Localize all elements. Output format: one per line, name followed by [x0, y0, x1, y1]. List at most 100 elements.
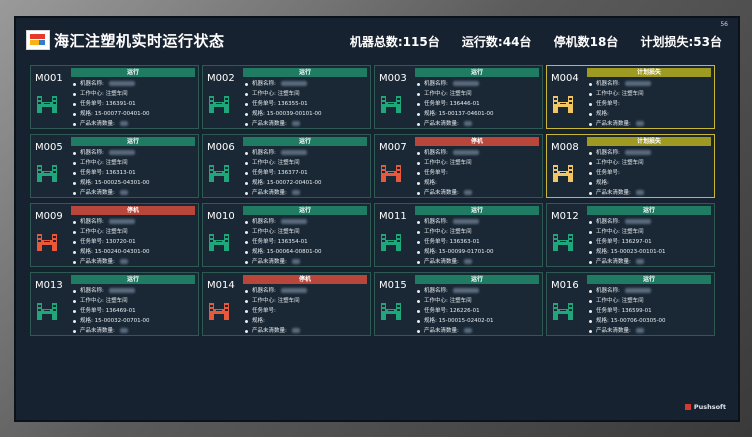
machine-details: 机器名称: 工作中心: 注塑车间 任务单号: 规格: 产品未清数量:: [589, 148, 651, 198]
machine-card[interactable]: M010 运行 机器名称: 工作中心: 注塑车间 任务单号: 136354-01 规格: …: [202, 203, 371, 267]
unreported-qty-field: 产品未清数量:: [245, 188, 322, 198]
machine-details: 机器名称: 工作中心: 注塑车间 任务单号: 规格: 产品未清数量:: [589, 79, 651, 129]
task-number-field: 任务单号: 136297-01: [589, 237, 666, 247]
work-center-field: 工作中心: 注塑车间: [417, 89, 494, 99]
work-center-field: 工作中心: 注塑车间: [417, 296, 494, 306]
machine-id: M006: [207, 142, 235, 153]
redacted-value: [624, 219, 651, 224]
machine-card[interactable]: M004 计划损失 机器名称: 工作中心: 注塑车间 任务单号: 规格: 产品未清数量:: [546, 65, 715, 129]
machine-details: 机器名称: 工作中心: 注塑车间 任务单号: 126226-01 规格: 15-000…: [417, 286, 494, 336]
brand-name: Pushsoft: [693, 403, 726, 411]
work-center-field: 工作中心: 注塑车间: [417, 158, 479, 168]
machine-card[interactable]: M016 运行 机器名称: 工作中心: 注塑车间 任务单号: 136599-01 规格: …: [546, 272, 715, 336]
machine-id: M010: [207, 211, 235, 222]
page-title: 海汇注塑机实时运行状态: [54, 32, 225, 50]
unreported-qty-field: 产品未清数量:: [245, 257, 322, 267]
machine-name-field: 机器名称:: [589, 217, 666, 227]
redacted-value: [108, 288, 135, 293]
machine-card[interactable]: M013 运行 机器名称: 工作中心: 注塑车间 任务单号: 136469-01 规格: …: [30, 272, 199, 336]
unreported-qty-field: 产品未清数量:: [417, 326, 494, 336]
status-badge: 运行: [243, 68, 367, 77]
status-badge: 运行: [415, 275, 539, 284]
unreported-qty-field: 产品未清数量:: [589, 119, 651, 129]
machine-id: M001: [35, 73, 63, 84]
machine-id: M016: [551, 280, 579, 291]
machine-card[interactable]: M008 计划损失 机器名称: 工作中心: 注塑车间 任务单号: 规格: 产品未清数量:: [546, 134, 715, 198]
spec-field: 规格:: [245, 316, 307, 326]
work-center-field: 工作中心: 注塑车间: [589, 89, 651, 99]
redacted-value: [108, 219, 135, 224]
task-number-field: 任务单号:: [245, 306, 307, 316]
planned-loss-stat: 计划损失:53台: [640, 35, 723, 49]
machine-id: M005: [35, 142, 63, 153]
spec-field: 规格: 15-00025-04301-00: [73, 178, 150, 188]
machine-card[interactable]: M003 运行 机器名称: 工作中心: 注塑车间 任务单号: 136446-01 规格: …: [374, 65, 543, 129]
status-badge: 计划损失: [587, 137, 711, 146]
injection-machine-icon: [37, 234, 57, 251]
machine-card[interactable]: M014 停机 机器名称: 工作中心: 注塑车间 任务单号: 规格: 产品未清数量:: [202, 272, 371, 336]
redacted-value: [119, 328, 128, 333]
work-center-field: 工作中心: 注塑车间: [73, 158, 150, 168]
redacted-value: [635, 190, 644, 195]
machine-name-field: 机器名称:: [245, 217, 322, 227]
machine-details: 机器名称: 工作中心: 注塑车间 任务单号: 136355-01 规格: 15-000…: [245, 79, 322, 129]
machine-id: M014: [207, 280, 235, 291]
work-center-field: 工作中心: 注塑车间: [245, 296, 307, 306]
unreported-qty-field: 产品未清数量:: [245, 326, 307, 336]
work-center-field: 工作中心: 注塑车间: [73, 227, 150, 237]
machine-card[interactable]: M005 运行 机器名称: 工作中心: 注塑车间 任务单号: 136313-01 规格: …: [30, 134, 199, 198]
machine-details: 机器名称: 工作中心: 注塑车间 任务单号: 136599-01 规格: 15-007…: [589, 286, 666, 336]
machine-card[interactable]: M001 运行 机器名称: 工作中心: 注塑车间 任务单号: 136391-01 规格: …: [30, 65, 199, 129]
machine-name-field: 机器名称:: [589, 286, 666, 296]
status-badge: 运行: [415, 68, 539, 77]
spec-field: 规格: 15-00706-00305-00: [589, 316, 666, 326]
machine-card[interactable]: M006 运行 机器名称: 工作中心: 注塑车间 任务单号: 136377-01 规格: …: [202, 134, 371, 198]
machine-card[interactable]: M011 运行 机器名称: 工作中心: 注塑车间 任务单号: 136363-01 规格: …: [374, 203, 543, 267]
redacted-value: [280, 81, 307, 86]
task-number-field: 任务单号: 136313-01: [73, 168, 150, 178]
status-badge: 运行: [243, 137, 367, 146]
machine-details: 机器名称: 工作中心: 注塑车间 任务单号: 136313-01 规格: 15-000…: [73, 148, 150, 198]
work-center-field: 工作中心: 注塑车间: [73, 89, 150, 99]
status-badge: 停机: [415, 137, 539, 146]
machine-card[interactable]: M015 运行 机器名称: 工作中心: 注塑车间 任务单号: 126226-01 规格: …: [374, 272, 543, 336]
work-center-field: 工作中心: 注塑车间: [245, 158, 322, 168]
spec-field: 规格: 15-00023-00101-01: [589, 247, 666, 257]
machine-card[interactable]: M009 停机 机器名称: 工作中心: 注塑车间 任务单号: 130720-01 规格: …: [30, 203, 199, 267]
task-number-field: 任务单号: 130720-01: [73, 237, 150, 247]
machine-name-field: 机器名称:: [417, 148, 479, 158]
redacted-value: [291, 190, 300, 195]
spec-field: 规格: 15-00032-00701-00: [73, 316, 150, 326]
redacted-value: [291, 121, 300, 126]
spec-field: 规格: 15-00099-01701-00: [417, 247, 494, 257]
spec-field: 规格: 15-00064-00801-00: [245, 247, 322, 257]
redacted-value: [635, 259, 644, 264]
unreported-qty-field: 产品未清数量:: [417, 188, 479, 198]
redacted-value: [291, 259, 300, 264]
machine-details: 机器名称: 工作中心: 注塑车间 任务单号: 136469-01 规格: 15-000…: [73, 286, 150, 336]
injection-machine-icon: [209, 234, 229, 251]
machine-card[interactable]: M012 运行 机器名称: 工作中心: 注塑车间 任务单号: 136297-01 规格: …: [546, 203, 715, 267]
redacted-value: [280, 150, 307, 155]
machine-name-field: 机器名称:: [417, 286, 494, 296]
machine-name-field: 机器名称:: [73, 217, 150, 227]
machine-card[interactable]: M007 停机 机器名称: 工作中心: 注塑车间 任务单号: 规格: 产品未清数量:: [374, 134, 543, 198]
spec-field: 规格: 15-00137-04601-00: [417, 109, 494, 119]
machine-details: 机器名称: 工作中心: 注塑车间 任务单号: 136363-01 规格: 15-000…: [417, 217, 494, 267]
task-number-field: 任务单号: 136363-01: [417, 237, 494, 247]
task-number-field: 任务单号: 136377-01: [245, 168, 322, 178]
status-badge: 停机: [243, 275, 367, 284]
redacted-value: [452, 150, 479, 155]
summary-stats: 机器总数:115台 运行数:44台 停机数18台 计划损失:53台: [332, 33, 722, 50]
redacted-value: [119, 259, 128, 264]
spec-field: 规格: 15-00077-00401-00: [73, 109, 150, 119]
machine-details: 机器名称: 工作中心: 注塑车间 任务单号: 136297-01 规格: 15-000…: [589, 217, 666, 267]
injection-machine-icon: [209, 303, 229, 320]
redacted-value: [280, 288, 307, 293]
status-badge: 运行: [243, 206, 367, 215]
unreported-qty-field: 产品未清数量:: [73, 257, 150, 267]
injection-machine-icon: [553, 234, 573, 251]
task-number-field: 任务单号: 136355-01: [245, 99, 322, 109]
injection-machine-icon: [381, 303, 401, 320]
machine-card[interactable]: M002 运行 机器名称: 工作中心: 注塑车间 任务单号: 136355-01 规格: …: [202, 65, 371, 129]
